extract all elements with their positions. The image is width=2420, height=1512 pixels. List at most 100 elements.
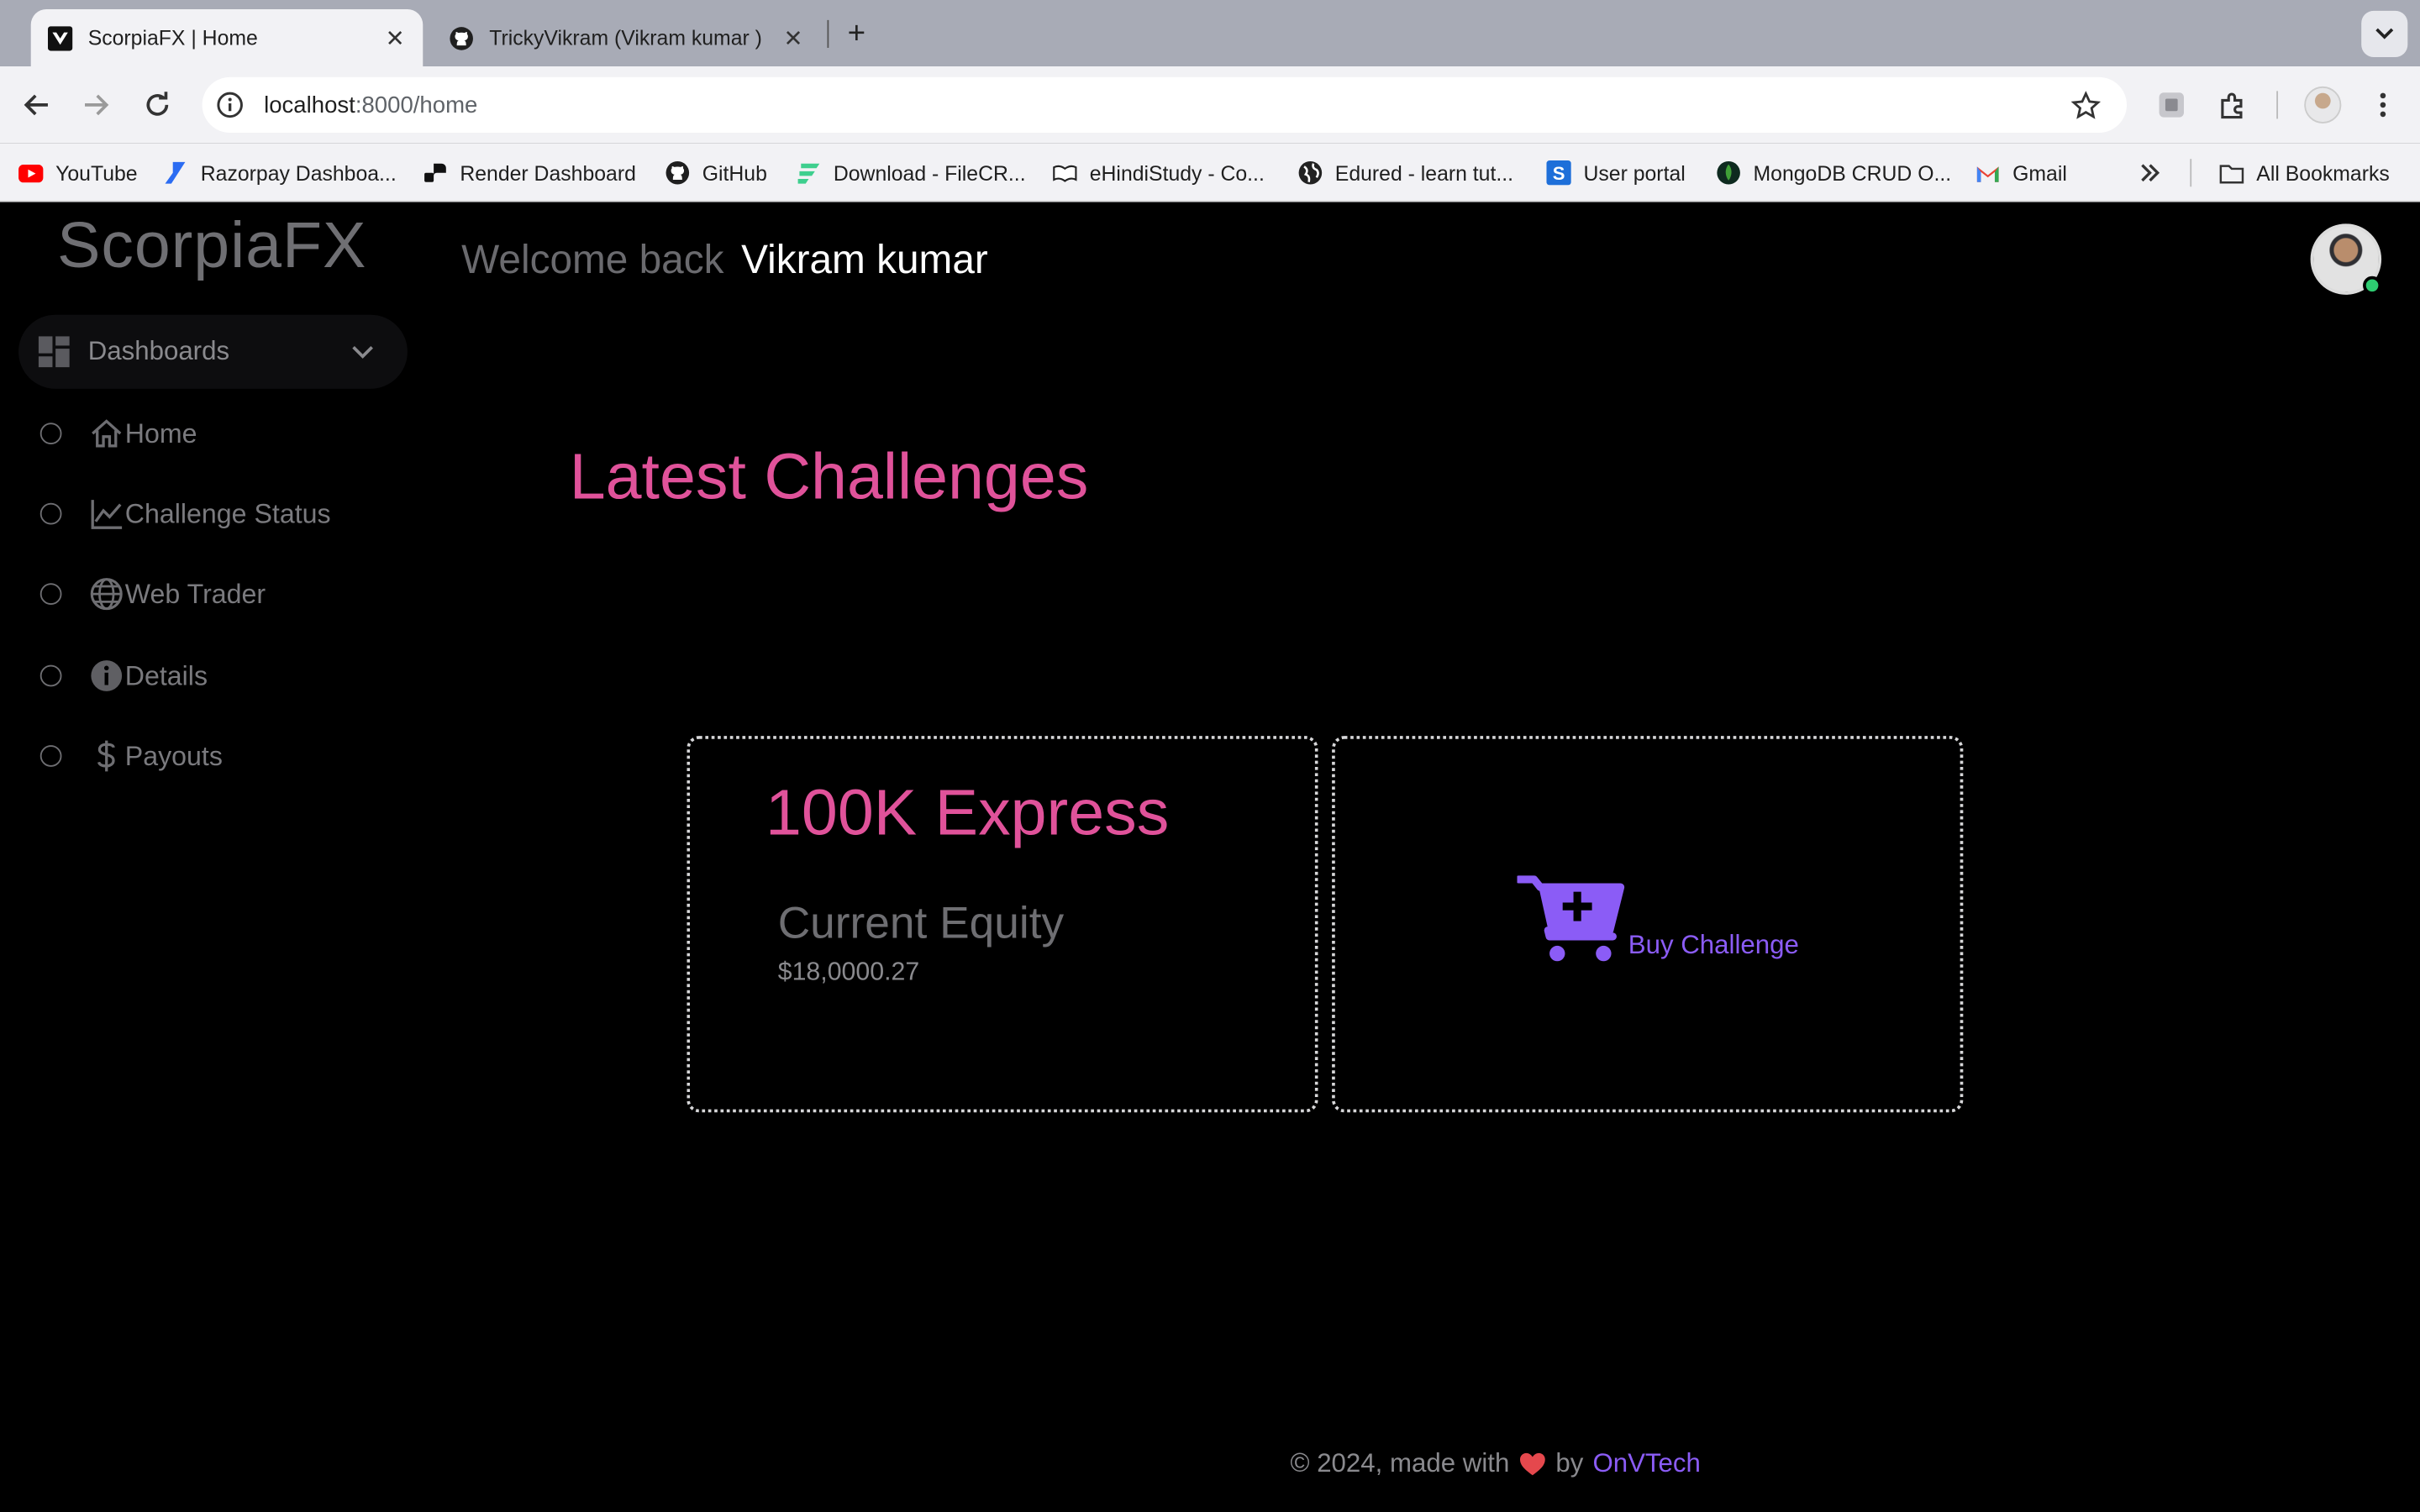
svg-text:S: S [1553,163,1565,184]
equity-label: Current Equity [777,899,1065,949]
folder-icon [2219,160,2244,185]
tab-github-profile[interactable]: TrickyVikram (Vikram kumar ) ✕ [432,9,821,66]
app-root: ScorpiaFX Welcome back Vikram kumar Dash… [0,202,2420,1512]
browser-tab-strip: ScorpiaFX | Home ✕ TrickyVikram (Vikram … [0,0,2420,66]
radio-ring-icon [39,423,62,444]
tab-separator [827,19,829,48]
youtube-icon [18,160,44,185]
dollar-icon [88,738,125,774]
address-bar[interactable]: localhost:8000/home [202,76,2128,133]
tab-search-button[interactable] [2361,10,2408,57]
sidebar-group-label: Dashboards [87,336,230,366]
tab-title: TrickyVikram (Vikram kumar ) [489,26,762,50]
reload-icon [146,92,169,116]
bookmark-label: eHindiStudy - Co... [1089,160,1265,185]
bookmark-star-icon[interactable] [2068,88,2102,122]
sidebar-item-details[interactable]: Details [39,656,411,696]
extension-screenshot-icon[interactable] [2154,88,2188,122]
back-button[interactable] [17,85,57,125]
razorpay-icon [164,160,188,185]
github-icon [448,24,474,50]
ehindistudy-icon [1053,160,1077,185]
bookmark-render[interactable]: Render Dashboard [423,157,636,188]
bookmark-label: MongoDB CRUD O... [1753,160,1952,185]
bookmark-label: Razorpay Dashboa... [200,160,397,185]
bookmark-edured[interactable]: Edured - learn tut... [1298,157,1513,188]
sidebar-item-web-trader[interactable]: Web Trader [39,574,411,614]
tab-title: ScorpiaFX | Home [87,26,258,50]
bookmark-youtube[interactable]: YouTube [18,157,138,188]
chevron-double-right-icon [2141,164,2160,182]
sidebar-item-label: Challenge Status [124,497,331,529]
sidebar-group-dashboards[interactable]: Dashboards [18,314,408,389]
bookmark-mongodb[interactable]: MongoDB CRUD O... [1716,157,1951,188]
browser-menu-kebab-icon[interactable] [2366,88,2400,122]
new-tab-button[interactable]: + [838,15,875,52]
sidebar-item-home[interactable]: Home [39,413,411,454]
scorpiafx-favicon-icon [46,24,72,50]
heart-icon [1520,1452,1545,1476]
radio-ring-icon [39,745,62,767]
bookmarks-separator [2190,159,2192,187]
globe-icon [1298,160,1323,185]
reload-button[interactable] [137,85,177,125]
gmail-icon [1975,160,2000,185]
close-tab-icon[interactable]: ✕ [781,25,805,51]
user-portal-icon: S [1546,160,1571,186]
welcome-message: Welcome back Vikram kumar [461,236,988,284]
tab-scorpiafx-home[interactable]: ScorpiaFX | Home ✕ [30,9,424,66]
arrow-left-icon [24,94,48,116]
bookmark-ehindistudy[interactable]: eHindiStudy - Co... [1053,157,1265,188]
bookmark-razorpay[interactable]: Razorpay Dashboa... [164,157,397,188]
bookmark-label: Render Dashboard [460,160,636,185]
radio-ring-icon [39,502,62,525]
user-name: Vikram kumar [741,236,988,283]
all-bookmarks-button[interactable]: All Bookmarks [2219,157,2390,188]
browser-profile-avatar[interactable] [2304,86,2342,123]
close-tab-icon[interactable]: ✕ [383,25,408,51]
radio-ring-icon [39,583,62,606]
dashboard-grid-icon [38,336,70,368]
info-icon [88,657,125,694]
arrow-right-icon [85,94,109,116]
site-info-icon[interactable] [214,90,245,121]
sidebar-item-label: Home [124,417,197,449]
sidebar-item-label: Details [124,659,208,690]
bookmark-label: Download - FileCR... [833,160,1026,185]
bookmarks-bar: YouTube Razorpay Dashboa... Render Dashb… [0,143,2420,202]
radio-ring-icon [39,664,62,687]
footer-brand-link[interactable]: OnVTech [1592,1449,1700,1480]
home-icon [88,415,125,452]
challenge-title: 100K Express [765,775,1170,849]
forward-button[interactable] [76,85,116,125]
bookmark-label: GitHub [702,160,767,185]
render-icon [423,160,447,185]
bookmark-gmail[interactable]: Gmail [1975,157,2067,188]
bookmark-label: Gmail [2012,160,2067,185]
buy-challenge-button[interactable]: Buy Challenge [1517,874,1799,967]
brand-logo-text[interactable]: ScorpiaFX [57,208,366,282]
footer: © 2024, made with by OnVTech [1291,1449,1701,1480]
browser-toolbar: localhost:8000/home [0,66,2420,144]
equity-value: $18,0000.27 [777,958,920,986]
cart-plus-icon [1517,875,1625,962]
bookmarks-overflow-button[interactable] [2139,157,2161,188]
url-text: localhost:8000/home [264,92,478,118]
chevron-down-icon [352,345,373,359]
sidebar-item-payouts[interactable]: Payouts [39,736,411,776]
footer-text: © 2024, made with [1290,1448,1510,1478]
bookmark-filecr[interactable]: Download - FileCR... [797,157,1026,188]
user-avatar[interactable] [2310,223,2382,295]
footer-by: by [1555,1448,1584,1478]
github-icon [666,160,690,185]
bookmark-user-portal[interactable]: S User portal [1546,157,1686,188]
all-bookmarks-label: All Bookmarks [2256,160,2390,185]
sidebar-item-label: Payouts [124,739,223,771]
bookmark-github[interactable]: GitHub [666,157,767,188]
mongodb-icon [1716,160,1740,185]
buy-challenge-card[interactable]: Buy Challenge [1332,736,1964,1113]
globe-icon [88,575,125,612]
extensions-puzzle-icon[interactable] [2217,88,2250,122]
challenge-card[interactable]: 100K Express Current Equity $18,0000.27 [687,736,1318,1113]
sidebar-item-challenge-status[interactable]: Challenge Status [39,494,411,534]
